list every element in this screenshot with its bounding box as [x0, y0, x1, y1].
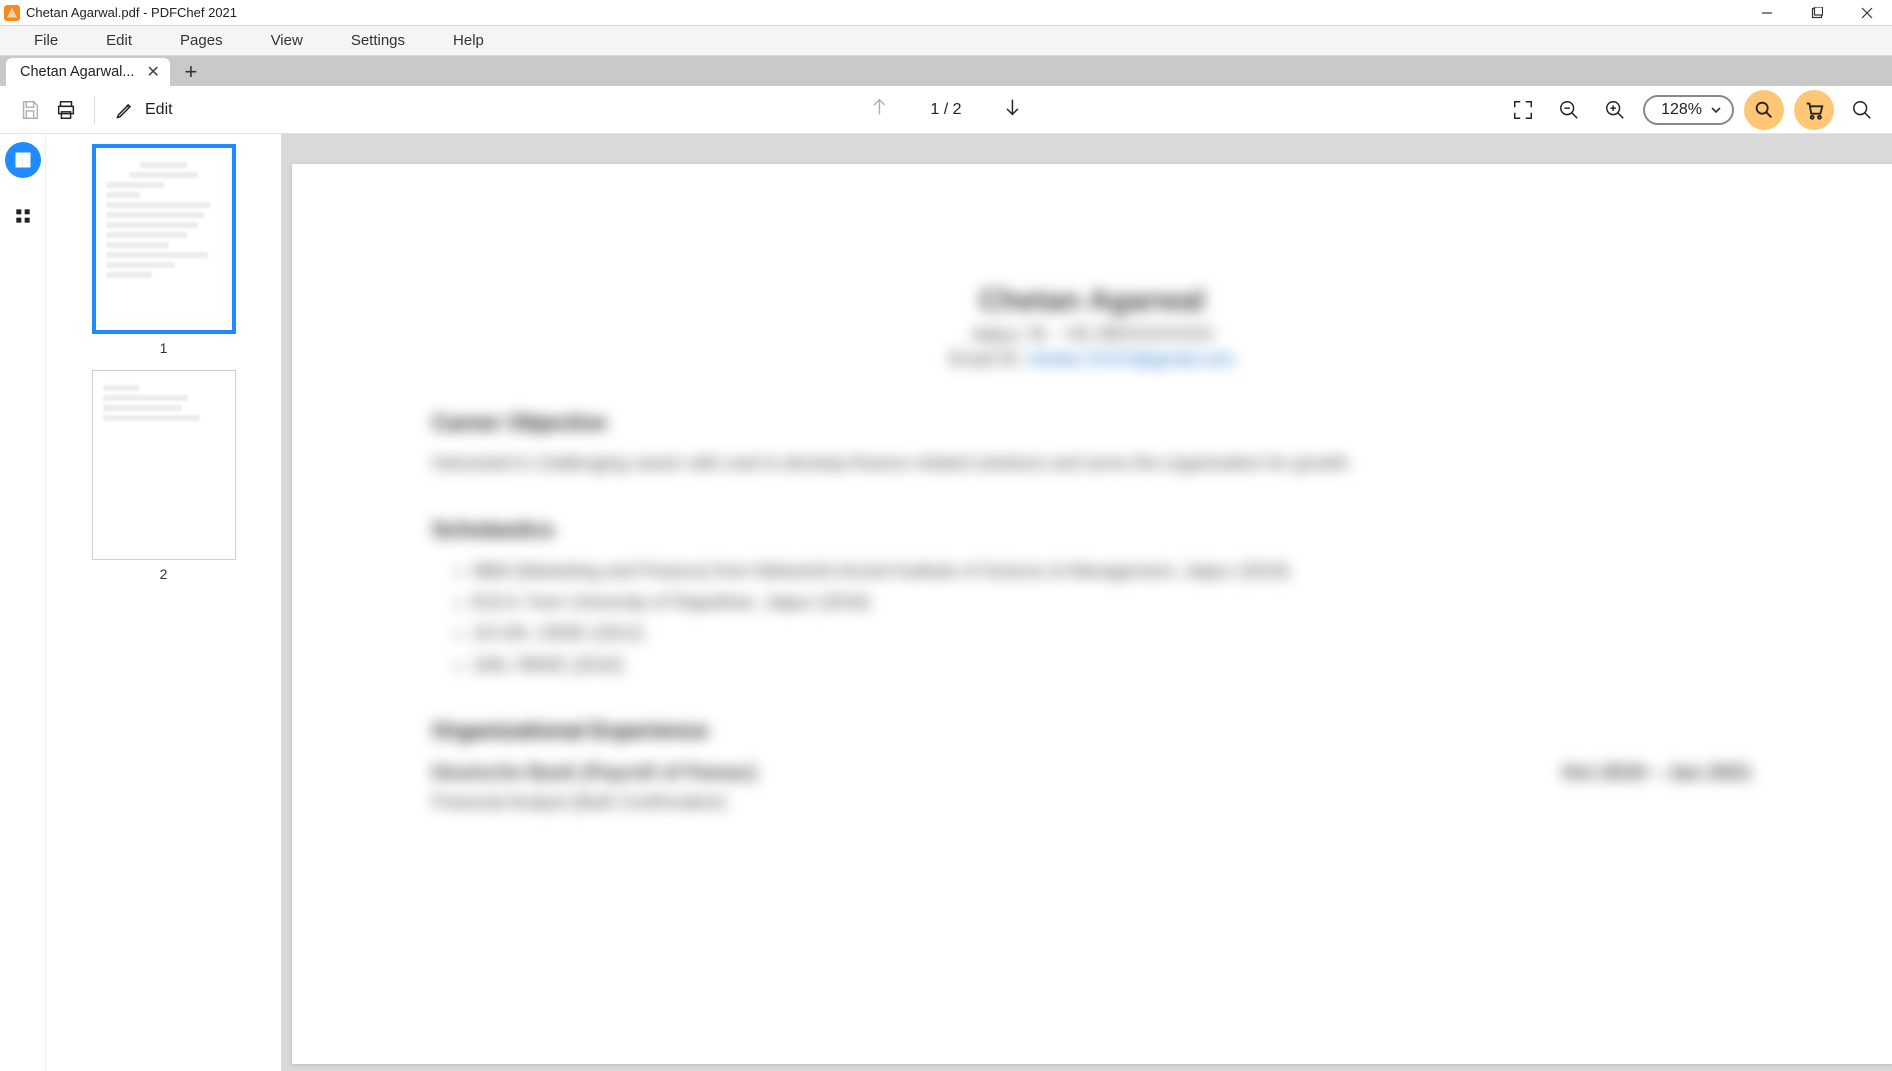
exp-role: Financial Analyst (Bulk Confirmation): [432, 789, 1752, 816]
email-prefix: Email ID:: [949, 349, 1027, 369]
list-item: MBA (Marketing and Finance) from Maharis…: [472, 559, 1752, 584]
doc-name: Chetan Agarwal: [432, 284, 1752, 318]
new-tab-button[interactable]: +: [176, 58, 206, 86]
doc-email-line: Email ID: chetan.XXXX@gmail.com: [432, 349, 1752, 370]
menu-view[interactable]: View: [247, 26, 327, 55]
zoom-out-button[interactable]: [1551, 92, 1587, 128]
save-button: [12, 92, 48, 128]
zoom-level-dropdown[interactable]: 128%: [1643, 95, 1734, 125]
list-item: B.B.A. from University of Rajasthan, Jai…: [472, 590, 1752, 615]
email-link: chetan.XXXX@gmail.com: [1027, 349, 1234, 369]
prev-page-button: [868, 96, 890, 123]
thumbnail-page-2[interactable]: [92, 370, 236, 560]
thumbnail-number: 2: [160, 566, 168, 582]
tab-strip: Chetan Agarwal... ✕ +: [0, 56, 1892, 86]
list-item: 10th, RBSE (2010): [472, 653, 1752, 678]
thumbnail-item[interactable]: 2: [56, 370, 271, 582]
exp-dates: Oct 2019 – Jan 2021: [1562, 762, 1752, 785]
maximize-button[interactable]: [1792, 0, 1842, 26]
edit-button[interactable]: Edit: [105, 92, 183, 128]
menu-edit[interactable]: Edit: [82, 26, 156, 55]
workspace: 1 2 Chetan Agarwal Jaipur, IN · +91 99XX…: [0, 134, 1892, 1071]
menu-settings[interactable]: Settings: [327, 26, 429, 55]
window-controls: [1742, 0, 1892, 26]
exp-company: Deutsche Bank (Payroll of Pamac): [432, 762, 757, 785]
thumbnail-item[interactable]: 1: [56, 144, 271, 356]
list-item: 10+2th, CBSE (2012): [472, 621, 1752, 646]
menu-help[interactable]: Help: [429, 26, 508, 55]
close-tab-icon[interactable]: ✕: [146, 62, 159, 82]
zoom-in-button[interactable]: [1597, 92, 1633, 128]
cart-button[interactable]: [1794, 90, 1834, 130]
page-1: Chetan Agarwal Jaipur, IN · +91 99XXXXXX…: [292, 164, 1892, 1064]
minimize-button[interactable]: [1742, 0, 1792, 26]
section-experience-heading: Organizational Experience: [432, 718, 1752, 744]
next-page-button[interactable]: [1002, 96, 1024, 123]
scholastics-list: MBA (Marketing and Finance) from Maharis…: [472, 559, 1752, 678]
menu-file[interactable]: File: [10, 26, 82, 55]
document-tab[interactable]: Chetan Agarwal... ✕: [6, 58, 170, 86]
thumbnail-page-1[interactable]: [92, 144, 236, 334]
print-button[interactable]: [48, 92, 84, 128]
zoom-label: 128%: [1661, 101, 1702, 119]
thumbnail-panel: 1 2: [46, 134, 282, 1071]
fullscreen-button[interactable]: [1505, 92, 1541, 128]
doc-contact: Jaipur, IN · +91 99XXXXXXXX: [432, 324, 1752, 345]
objective-text: Interested in challenging career with ze…: [432, 450, 1752, 477]
grid-rail-button[interactable]: [5, 198, 41, 234]
window-title: Chetan Agarwal.pdf - PDFChef 2021: [26, 5, 237, 20]
close-button[interactable]: [1842, 0, 1892, 26]
tab-label: Chetan Agarwal...: [20, 64, 134, 80]
document-view[interactable]: Chetan Agarwal Jaipur, IN · +91 99XXXXXX…: [282, 134, 1892, 1071]
thumbnail-number: 1: [160, 340, 168, 356]
experience-row: Deutsche Bank (Payroll of Pamac) Oct 201…: [432, 762, 1752, 785]
page-navigation: 1 / 2: [868, 96, 1023, 123]
find-button[interactable]: [1744, 90, 1784, 130]
toolbar-right: 128%: [1505, 90, 1880, 130]
section-scholastics-heading: Scholastics: [432, 517, 1752, 543]
app-icon: [4, 5, 20, 21]
section-objective-heading: Career Objective: [432, 410, 1752, 436]
left-rail: [0, 134, 46, 1071]
page-indicator: 1 / 2: [930, 101, 961, 119]
menu-pages[interactable]: Pages: [156, 26, 247, 55]
toolbar: Edit 1 / 2 128%: [0, 86, 1892, 134]
search-button[interactable]: [1844, 92, 1880, 128]
edit-label: Edit: [145, 101, 173, 119]
title-bar: Chetan Agarwal.pdf - PDFChef 2021: [0, 0, 1892, 26]
menu-bar: File Edit Pages View Settings Help: [0, 26, 1892, 56]
thumbnails-rail-button[interactable]: [5, 142, 41, 178]
doc-top-margin: [282, 134, 1892, 164]
toolbar-divider: [94, 96, 95, 124]
